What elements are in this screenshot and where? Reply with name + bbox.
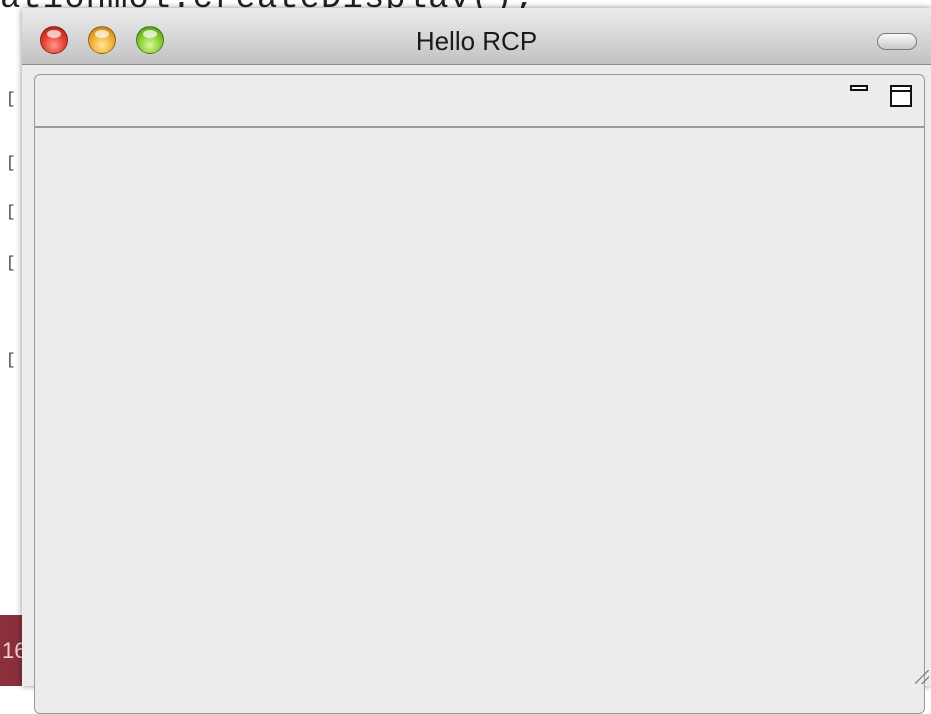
- gutter-marker: [: [6, 203, 16, 221]
- app-window: Hello RCP: [22, 8, 931, 714]
- window-title: Hello RCP: [415, 26, 538, 56]
- minimize-view-icon[interactable]: [850, 85, 868, 91]
- gutter-marker: [: [6, 154, 16, 172]
- maximize-view-icon[interactable]: [890, 85, 912, 107]
- view-part: [34, 74, 925, 714]
- view-header: [35, 75, 924, 128]
- gutter-marker: [: [6, 254, 16, 272]
- resize-grip-icon[interactable]: [915, 670, 929, 684]
- gutter-marker: [: [6, 90, 16, 108]
- toolbar-toggle-button[interactable]: [877, 33, 917, 50]
- background-corner-label: 16: [0, 615, 22, 686]
- view-content-area: [35, 128, 924, 713]
- title-bar[interactable]: Hello RCP: [22, 8, 931, 65]
- gutter-marker: [: [6, 351, 16, 369]
